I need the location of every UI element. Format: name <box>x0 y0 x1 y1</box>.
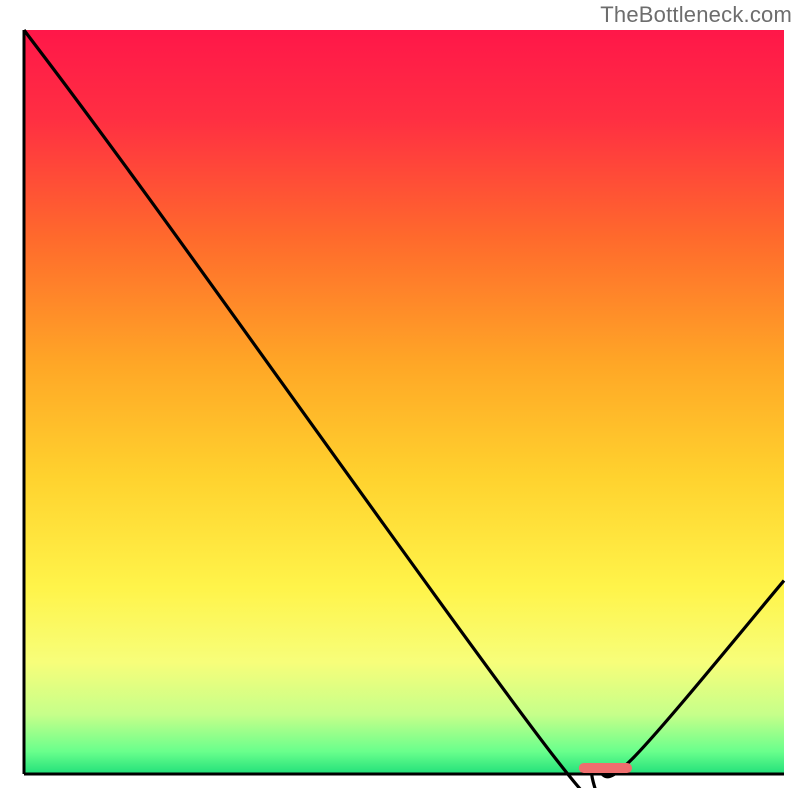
optimal-marker <box>579 763 632 773</box>
chart-container: TheBottleneck.com <box>0 0 800 800</box>
plot-background <box>24 30 784 774</box>
bottleneck-chart <box>12 28 788 788</box>
watermark-text: TheBottleneck.com <box>600 2 792 28</box>
